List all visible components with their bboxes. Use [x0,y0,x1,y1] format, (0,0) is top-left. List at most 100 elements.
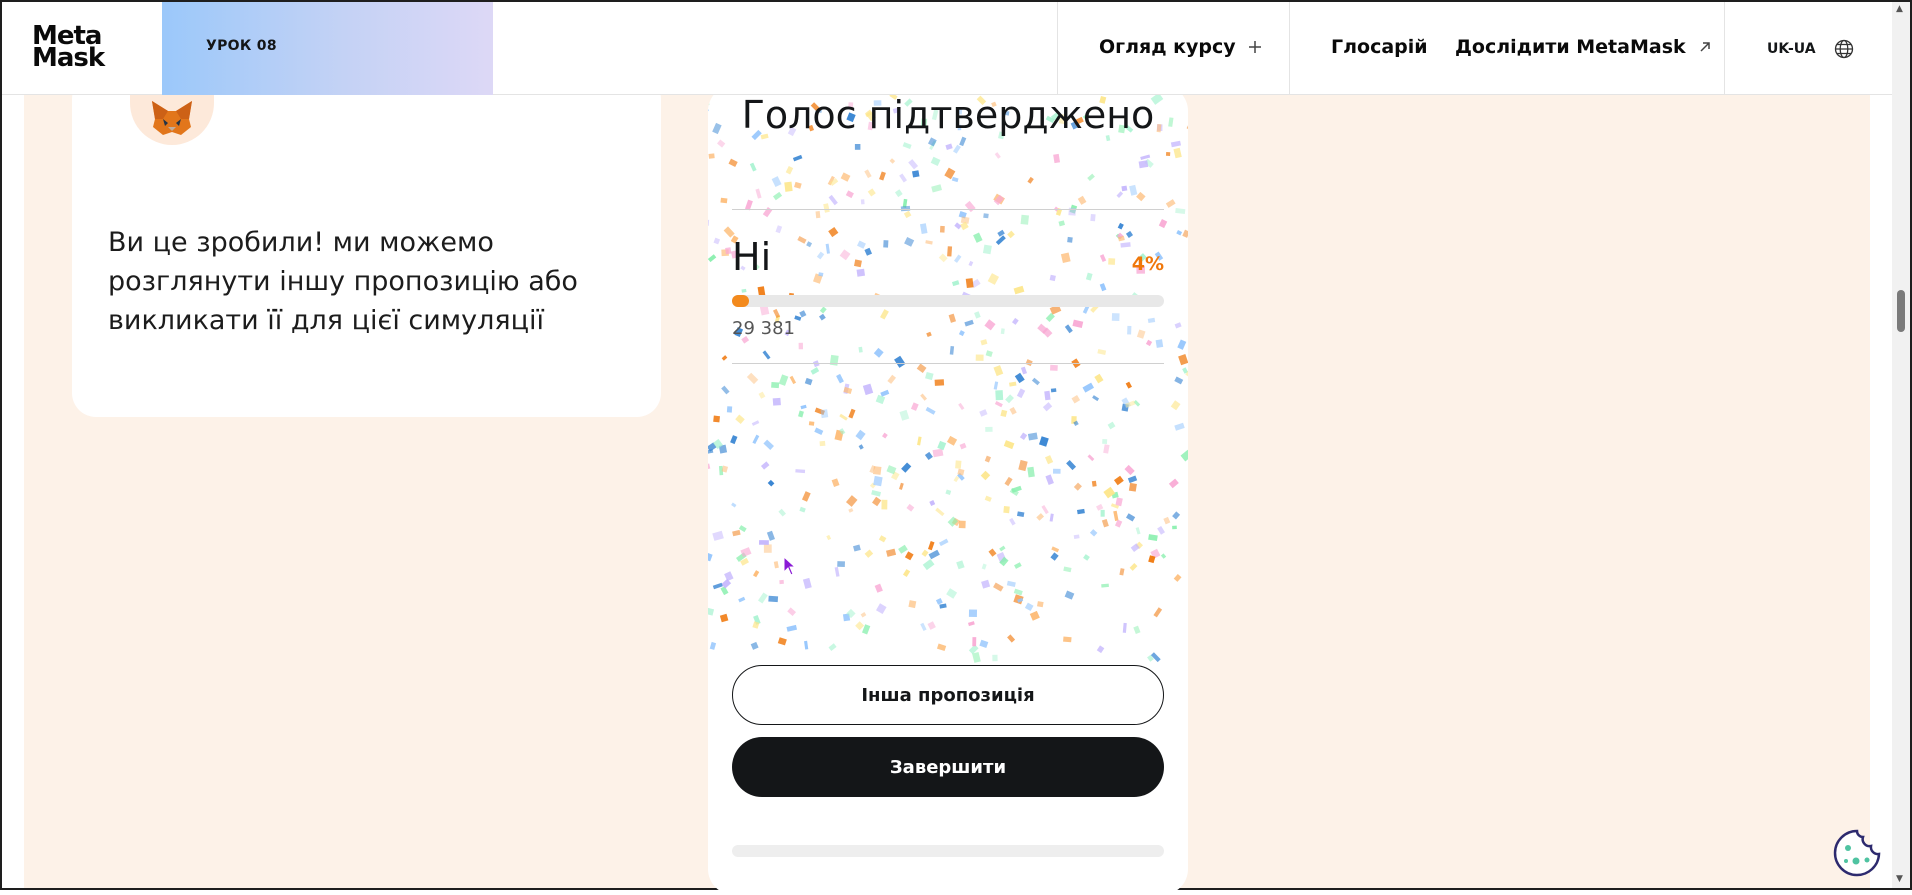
confetti-piece [1051,546,1060,553]
confetti-piece [741,288,747,293]
confetti-piece [875,394,886,405]
confetti-piece [1009,488,1019,496]
confetti-piece [928,137,937,147]
confetti-piece [772,397,781,406]
scroll-down-icon[interactable]: ▼ [1896,874,1903,884]
confetti-piece [753,615,761,625]
confetti-piece [1045,312,1055,322]
confetti-piece [958,402,965,411]
scroll-thumb[interactable] [1897,290,1905,332]
confetti-piece [837,561,845,567]
glossary-link[interactable]: Глосарій [1331,36,1428,58]
course-overview-button[interactable]: Огляд курсу [1099,36,1262,58]
confetti-piece [899,173,907,183]
confetti-piece [1136,329,1146,339]
confetti-piece [1003,506,1010,514]
metamask-logo[interactable]: Meta Mask [32,23,122,71]
confetti-piece [726,406,733,413]
confetti-piece [1170,400,1181,411]
confetti-piece [1008,381,1017,387]
top-header: Meta Mask УРОК 08 Огляд курсу Глосарій Д… [2,2,1892,95]
confetti-piece [1073,482,1082,491]
confetti-piece [750,641,759,650]
confetti-piece [1158,219,1168,229]
confetti-piece [934,379,945,386]
confetti-piece [880,389,890,397]
confetti-piece [1085,272,1093,281]
confetti-piece [1082,382,1094,393]
confetti-piece [731,502,737,508]
confetti-piece [898,544,908,554]
confetti-piece [935,507,945,517]
finish-button[interactable]: Завершити [732,737,1164,797]
confetti-piece [946,435,958,446]
confetti-piece [1064,324,1073,334]
confetti-piece [1160,553,1167,559]
divider [732,363,1164,364]
divider [1057,2,1058,95]
confetti-piece [938,538,949,547]
confetti-piece [1083,554,1090,561]
confetti-piece [1024,602,1034,612]
confetti-piece [708,607,715,616]
confetti-piece [960,216,970,224]
confetti-piece [1007,634,1016,643]
confetti-piece [1120,242,1131,248]
confetti-piece [794,181,802,189]
confetti-piece [1185,368,1188,378]
confetti-piece [771,382,780,389]
confetti-piece [993,193,1005,205]
confetti-piece [860,612,867,618]
confetti-piece [932,448,944,458]
confetti-piece [912,170,920,178]
confetti-piece [887,374,896,384]
confetti-piece [1148,555,1156,564]
confetti-piece [979,639,989,649]
confetti-piece [740,547,752,558]
cookie-icon[interactable] [1832,828,1882,878]
confetti-piece [945,489,952,496]
confetti-piece [766,530,775,541]
explore-metamask-link[interactable]: Дослідити MetaMask [1455,36,1712,58]
confetti-piece [855,429,866,441]
other-proposal-button[interactable]: Інша пропозиція [732,665,1164,725]
confetti-piece [1058,220,1065,227]
confetti-piece [1094,373,1104,384]
confetti-piece [845,190,854,199]
confetti-piece [778,374,789,386]
confetti-piece [752,434,760,445]
plus-icon [1248,41,1261,53]
confetti-piece [798,410,804,418]
confetti-piece [861,624,871,635]
confetti-piece [846,608,856,619]
confetti-piece [1042,327,1053,338]
confetti-piece [931,184,942,193]
confetti-piece [999,556,1009,567]
scroll-up-icon[interactable]: ▲ [1896,4,1903,14]
confetti-piece [721,355,728,361]
confetti-piece [935,598,943,605]
confetti-piece [993,365,1004,377]
confetti-piece [1006,580,1016,588]
confetti-piece [862,383,874,396]
confetti-piece [999,545,1006,552]
confetti-piece [902,142,912,149]
confetti-piece [1099,254,1107,263]
lesson-badge: УРОК 08 [162,2,493,95]
confetti-piece [1049,274,1056,282]
confetti-piece [864,169,872,179]
confetti-piece [1103,486,1116,499]
confetti-piece [759,540,769,545]
confetti-piece [1089,529,1098,537]
message-card: Ви це зробили! ми можемо розглянути іншу… [72,75,661,417]
confetti-piece [871,489,882,497]
page-scrollbar[interactable]: ▲ ▼ [1892,2,1910,888]
confetti-piece [1036,513,1045,521]
confetti-piece [1145,339,1153,347]
confetti-piece [1013,285,1025,295]
confetti-piece [768,595,779,603]
language-selector[interactable]: UK-UA [1767,39,1854,59]
arrow-up-right-icon [1700,42,1710,52]
confetti-piece [1037,601,1044,608]
confetti-piece [980,470,991,481]
